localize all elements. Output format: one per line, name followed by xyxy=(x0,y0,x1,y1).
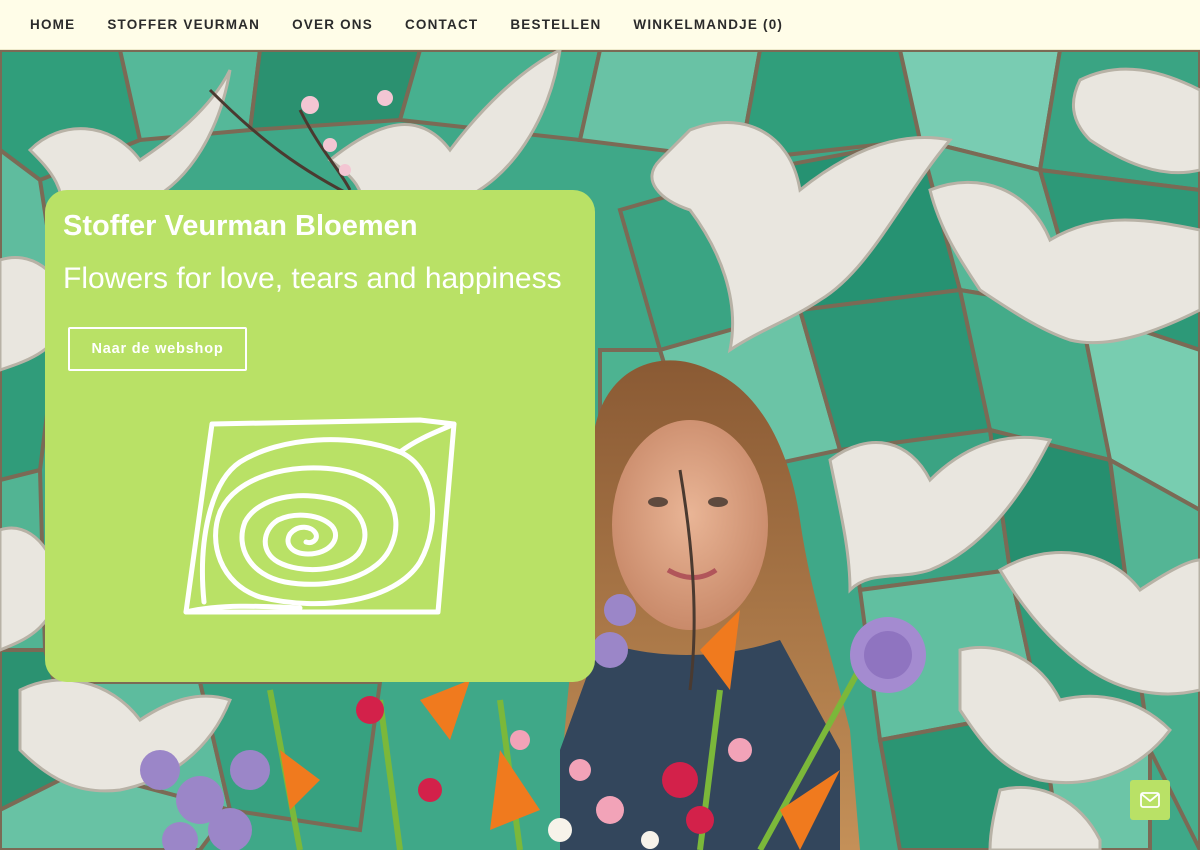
rose-logo-icon xyxy=(183,417,457,615)
hero-card: Stoffer Veurman Bloemen Flowers for love… xyxy=(45,190,595,682)
nav-bestellen[interactable]: BESTELLEN xyxy=(510,17,601,32)
webshop-button[interactable]: Naar de webshop xyxy=(68,327,247,371)
nav-contact[interactable]: CONTACT xyxy=(405,17,478,32)
nav-stoffer-veurman[interactable]: STOFFER VEURMAN xyxy=(107,17,260,32)
nav-home[interactable]: HOME xyxy=(30,17,75,32)
hero-subtitle: Flowers for love, tears and happiness xyxy=(63,262,562,295)
mail-button[interactable] xyxy=(1130,780,1170,820)
hero-title: Stoffer Veurman Bloemen xyxy=(63,210,418,242)
page: HOME STOFFER VEURMAN OVER ONS CONTACT BE… xyxy=(0,0,1200,850)
nav-winkelmandje[interactable]: WINKELMANDJE (0) xyxy=(633,17,783,32)
main-navigation: HOME STOFFER VEURMAN OVER ONS CONTACT BE… xyxy=(0,0,1200,50)
mail-icon xyxy=(1140,792,1160,808)
nav-over-ons[interactable]: OVER ONS xyxy=(292,17,373,32)
